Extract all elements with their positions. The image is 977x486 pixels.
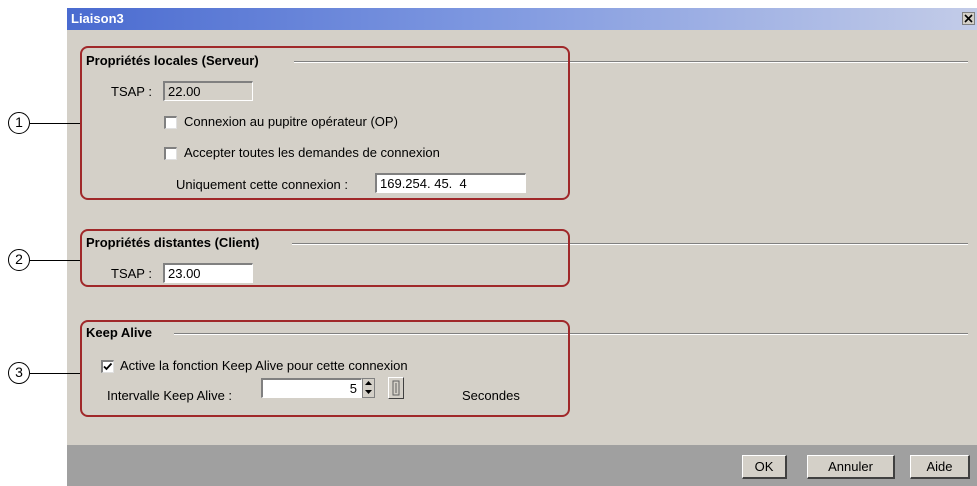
callout-box-keep-alive <box>80 320 570 417</box>
title-bar[interactable]: Liaison3 <box>67 8 977 30</box>
callout-leader-1 <box>30 123 80 124</box>
help-button[interactable]: Aide <box>910 455 970 479</box>
page: Liaison3 Propriétés locales (Serveur) TS… <box>0 0 977 486</box>
callout-marker-3: 3 <box>8 362 30 384</box>
callout-box-local-properties <box>80 46 570 200</box>
cancel-button[interactable]: Annuler <box>807 455 895 479</box>
callout-marker-2: 2 <box>8 249 30 271</box>
close-button[interactable] <box>962 12 975 25</box>
callout-leader-3 <box>30 373 80 374</box>
window-title: Liaison3 <box>71 11 124 26</box>
callout-box-remote-properties <box>80 229 570 287</box>
ok-button[interactable]: OK <box>742 455 787 479</box>
callout-marker-1: 1 <box>8 112 30 134</box>
close-icon <box>964 14 973 23</box>
callout-leader-2 <box>30 260 80 261</box>
